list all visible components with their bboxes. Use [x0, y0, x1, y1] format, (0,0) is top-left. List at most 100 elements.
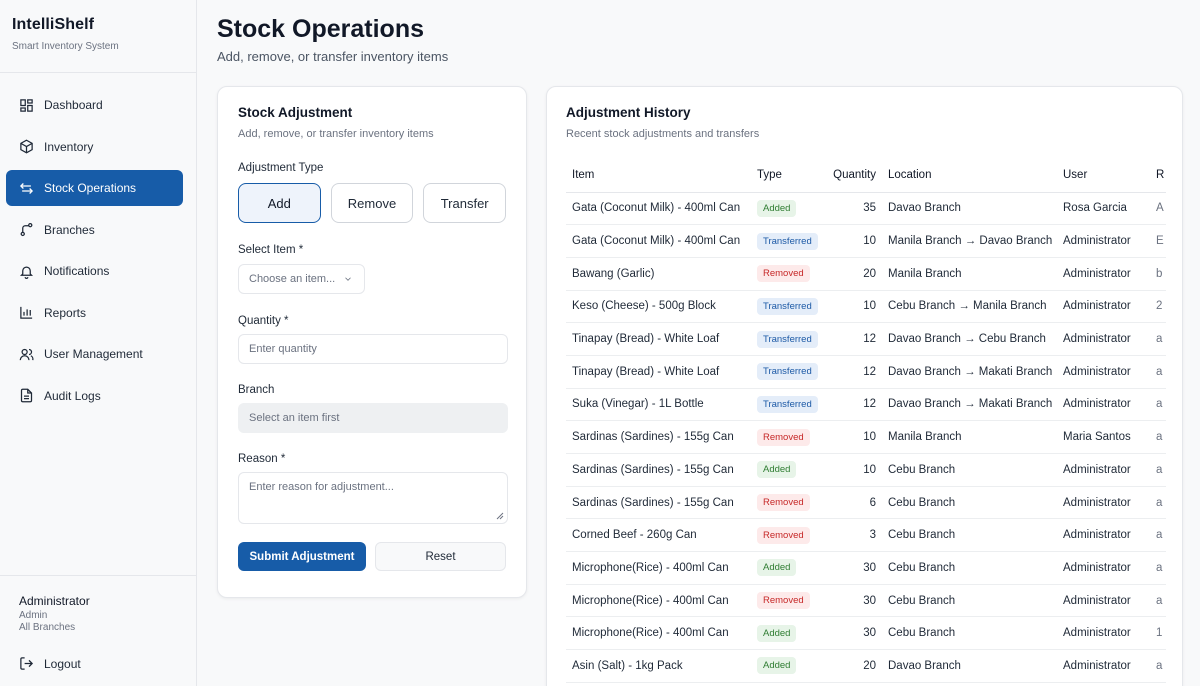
- cell-item: Gata (Coconut Milk) - 400ml Can: [566, 224, 751, 258]
- cell-location: Davao Branch: [882, 192, 1057, 226]
- type-transfer-button[interactable]: Transfer: [423, 183, 507, 223]
- branch-select[interactable]: Select an item first: [238, 403, 508, 433]
- cell-item: Keso (Cheese) - 500g Block: [566, 290, 751, 324]
- table-row[interactable]: Sardinas (Sardines) - 155g Can Removed 6 Ce…: [566, 486, 1166, 520]
- sidebar-item-notifications[interactable]: Notifications: [6, 253, 183, 289]
- dashboard-icon: [18, 97, 34, 113]
- column-header-user: User: [1057, 158, 1150, 193]
- table-row[interactable]: Asin (Salt) - 1kg Pack Added 20 Davao Branc…: [566, 649, 1166, 683]
- status-badge: Transferred: [757, 232, 818, 250]
- cell-user: Administrator: [1057, 453, 1150, 487]
- cell-quantity: 20: [826, 257, 882, 291]
- cell-quantity: 12: [826, 322, 882, 356]
- sidebar-item-label: Notifications: [44, 264, 110, 278]
- cell-location: Cebu Branch: [882, 518, 1057, 553]
- cell-item: Corned Beef - 260g Can: [566, 518, 751, 553]
- cell-type: Transferred: [751, 388, 826, 422]
- cell-quantity: 10: [826, 224, 882, 258]
- cell-user: Administrator: [1057, 584, 1150, 618]
- table-row[interactable]: Corned Beef - 260g Can Removed 3 Cebu Branc…: [566, 518, 1166, 553]
- status-badge: Transferred: [757, 395, 818, 413]
- cell-user: Administrator: [1057, 388, 1150, 422]
- cell-type: Removed: [751, 420, 826, 454]
- cell-item: Tinapay (Bread) - White Loaf: [566, 322, 751, 356]
- form-subtitle: Add, remove, or transfer inventory items: [238, 128, 434, 140]
- adjustment-type-group: Add Remove Transfer: [238, 183, 507, 223]
- resize-handle-icon[interactable]: [496, 512, 504, 520]
- cell-reason: 2: [1150, 290, 1166, 324]
- cell-quantity: 30: [826, 551, 882, 585]
- sidebar-item-stock-operations[interactable]: Stock Operations: [6, 170, 183, 206]
- cell-user: Administrator: [1057, 649, 1150, 683]
- users-icon: [18, 346, 34, 362]
- cell-item: Microphone(Rice) - 400ml Can: [566, 551, 751, 585]
- cell-reason: a: [1150, 486, 1166, 520]
- cell-location: Manila Branch: [882, 420, 1057, 454]
- cell-type: Removed: [751, 518, 826, 553]
- sidebar-item-inventory[interactable]: Inventory: [6, 129, 183, 165]
- cell-item: Asin (Salt) - 1kg Pack: [566, 649, 751, 683]
- table-row[interactable]: Microphone(Rice) - 400ml Can Added 30 Cebu …: [566, 551, 1166, 585]
- cell-reason: a: [1150, 388, 1166, 422]
- cell-user: Administrator: [1057, 257, 1150, 291]
- submit-adjustment-button[interactable]: Submit Adjustment: [238, 542, 366, 571]
- select-item-label: Select Item *: [238, 244, 304, 256]
- cell-reason: a: [1150, 453, 1166, 487]
- logout-button[interactable]: Logout: [19, 656, 196, 671]
- cell-type: Added: [751, 616, 826, 651]
- sidebar: IntelliShelf Smart Inventory System Dash…: [0, 0, 197, 686]
- cell-location: Cebu Branch: [882, 616, 1057, 651]
- sidebar-item-branches[interactable]: Branches: [6, 212, 183, 248]
- item-select[interactable]: Choose an item...: [238, 264, 365, 294]
- cell-item: Gata (Coconut Milk) - 400ml Can: [566, 192, 751, 226]
- history-table-body: Gata (Coconut Milk) - 400ml Can Added 35 Da…: [566, 192, 1166, 683]
- reason-textarea[interactable]: Enter reason for adjustment...: [238, 472, 508, 524]
- type-add-button[interactable]: Add: [238, 183, 321, 223]
- cell-user: Administrator: [1057, 616, 1150, 651]
- cell-reason: a: [1150, 551, 1166, 585]
- sidebar-item-dashboard[interactable]: Dashboard: [6, 87, 183, 123]
- status-badge: Transferred: [757, 363, 818, 381]
- branch-placeholder: Select an item first: [249, 412, 340, 424]
- reset-button[interactable]: Reset: [375, 542, 506, 571]
- table-row[interactable]: Sardinas (Sardines) - 155g Can Added 10 Ceb…: [566, 453, 1166, 487]
- cell-location: Manila Branch: [882, 257, 1057, 291]
- cell-type: Added: [751, 551, 826, 585]
- cell-location: Cebu Branch: [882, 551, 1057, 585]
- chevron-down-icon: [345, 277, 352, 281]
- type-remove-button[interactable]: Remove: [330, 183, 414, 223]
- table-row[interactable]: Microphone(Rice) - 400ml Can Added 30 Cebu …: [566, 616, 1166, 651]
- table-row[interactable]: Suka (Vinegar) - 1L Bottle Transferred 12 D…: [566, 388, 1166, 422]
- table-row[interactable]: Bawang (Garlic) Removed 20 Manila Branch Adm…: [566, 257, 1166, 291]
- sidebar-item-reports[interactable]: Reports: [6, 295, 183, 331]
- status-badge: Removed: [757, 592, 810, 610]
- sidebar-item-audit-logs[interactable]: Audit Logs: [6, 378, 183, 414]
- history-table-wrapper[interactable]: Item Type Quantity Location User R Gata …: [566, 158, 1166, 683]
- column-header-quantity: Quantity: [826, 158, 882, 193]
- user-branch: All Branches: [19, 622, 76, 633]
- cell-location: Davao Branch → Makati Branch: [882, 388, 1057, 422]
- cell-reason: a: [1150, 420, 1166, 454]
- cell-quantity: 20: [826, 649, 882, 683]
- table-row[interactable]: Sardinas (Sardines) - 155g Can Removed 10 M…: [566, 420, 1166, 454]
- table-row[interactable]: Keso (Cheese) - 500g Block Transferred 10 C…: [566, 290, 1166, 324]
- cell-item: Microphone(Rice) - 400ml Can: [566, 616, 751, 651]
- table-row[interactable]: Tinapay (Bread) - White Loaf Transferred 1…: [566, 355, 1166, 389]
- cell-user: Administrator: [1057, 551, 1150, 585]
- cell-type: Transferred: [751, 290, 826, 324]
- reason-label: Reason *: [238, 453, 286, 465]
- cell-item: Sardinas (Sardines) - 155g Can: [566, 420, 751, 454]
- cell-quantity: 35: [826, 192, 882, 226]
- table-row[interactable]: Gata (Coconut Milk) - 400ml Can Transferr…: [566, 224, 1166, 258]
- cell-quantity: 12: [826, 388, 882, 422]
- table-row[interactable]: Tinapay (Bread) - White Loaf Transferred 1…: [566, 322, 1166, 356]
- sidebar-item-user-management[interactable]: User Management: [6, 336, 183, 372]
- user-name: Administrator: [19, 594, 90, 608]
- table-row[interactable]: Gata (Coconut Milk) - 400ml Can Added 35 Da…: [566, 192, 1166, 226]
- box-icon: [18, 139, 34, 155]
- cell-item: Microphone(Rice) - 400ml Can: [566, 584, 751, 618]
- quantity-input[interactable]: Enter quantity: [238, 334, 508, 364]
- cell-location: Cebu Branch: [882, 453, 1057, 487]
- reason-placeholder: Enter reason for adjustment...: [249, 481, 394, 493]
- table-row[interactable]: Microphone(Rice) - 400ml Can Removed 30 Ceb…: [566, 584, 1166, 618]
